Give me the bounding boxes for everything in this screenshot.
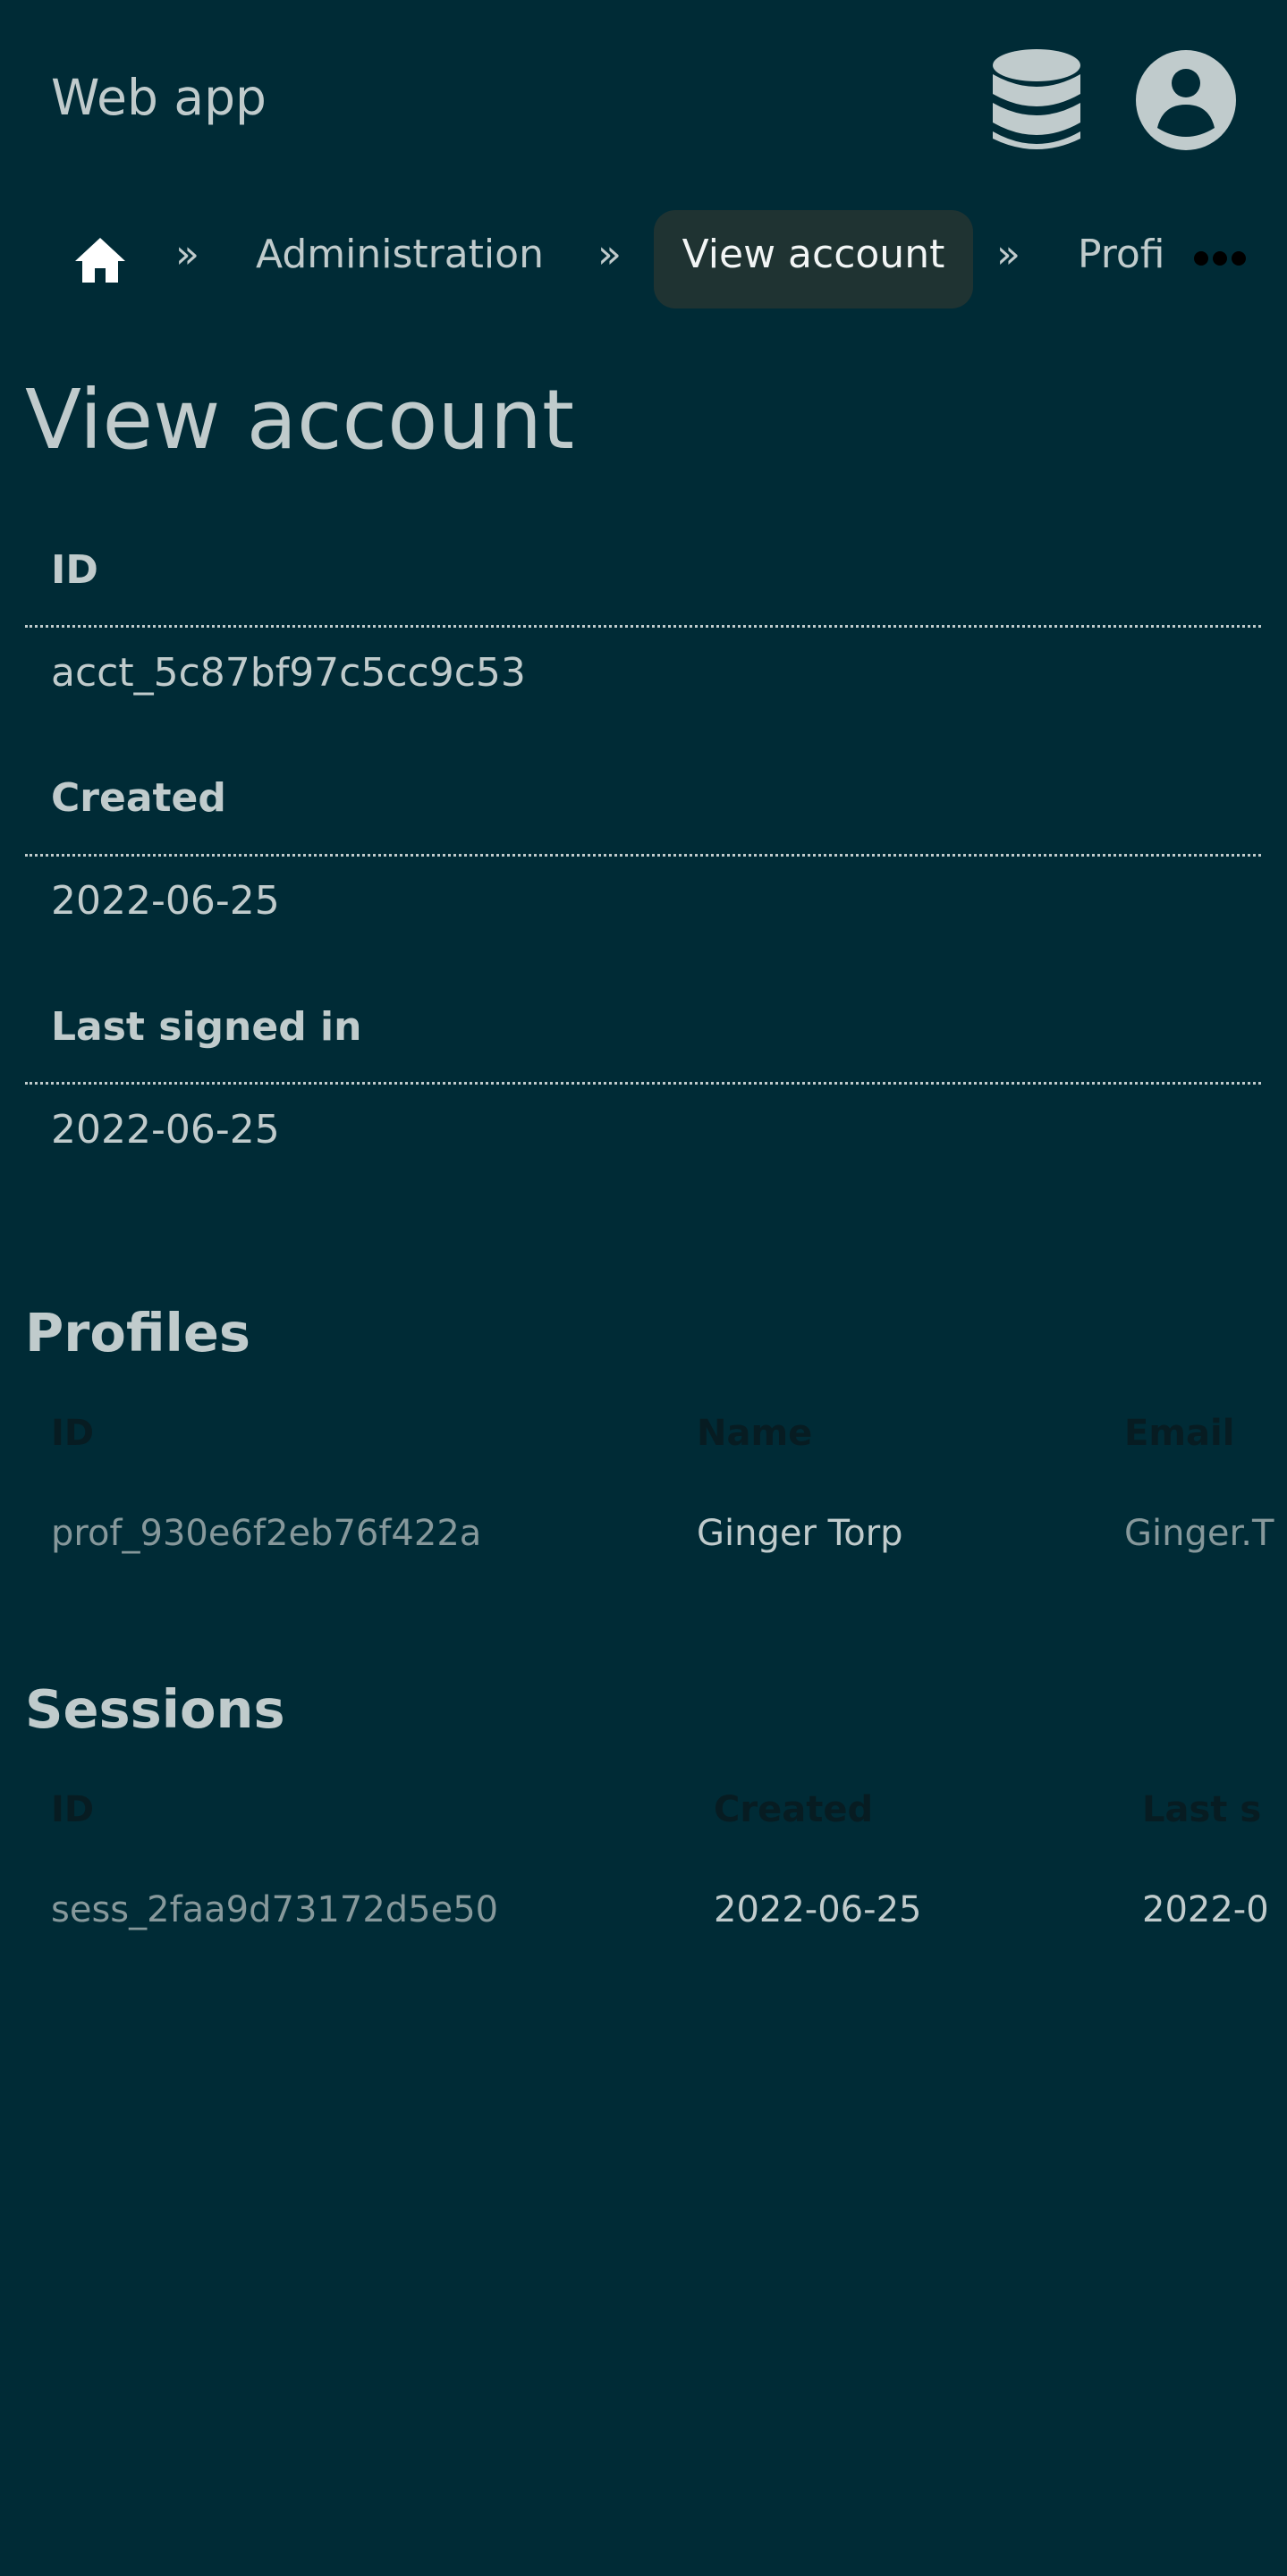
database-icon[interactable] [993, 49, 1080, 151]
profiles-heading: Profiles [25, 1302, 250, 1364]
column-header-id: ID [51, 1789, 95, 1830]
breadcrumb-profiles[interactable]: Profi [1078, 228, 1165, 282]
column-header-name: Name [697, 1413, 813, 1454]
session-created: 2022-06-25 [714, 1889, 922, 1930]
breadcrumb-separator: » [996, 232, 1020, 277]
profile-name: Ginger Torp [697, 1513, 903, 1554]
last-signed-in-label: Last signed in [51, 1004, 362, 1050]
session-id-link[interactable]: sess_2faa9d73172d5e50 [51, 1889, 498, 1930]
app-title[interactable]: Web app [51, 68, 267, 127]
page-title: View account [25, 372, 575, 468]
profile-id-link[interactable]: prof_930e6f2eb76f422a [51, 1513, 481, 1554]
home-icon[interactable] [75, 238, 125, 283]
column-header-id: ID [51, 1413, 95, 1454]
column-header-last-seen: Last s [1142, 1789, 1262, 1830]
last-signed-in-value: 2022-06-25 [51, 1107, 280, 1153]
created-label: Created [51, 775, 226, 821]
column-header-email: Email [1124, 1413, 1235, 1454]
breadcrumb-administration[interactable]: Administration [256, 228, 544, 282]
id-label: ID [51, 547, 98, 593]
divider [25, 1082, 1261, 1085]
breadcrumb-separator: » [175, 232, 199, 277]
ellipsis-icon[interactable] [1193, 250, 1247, 266]
column-header-created: Created [714, 1789, 874, 1830]
sessions-heading: Sessions [25, 1678, 285, 1740]
session-last-seen: 2022-0 [1142, 1889, 1269, 1930]
id-value: acct_5c87bf97c5cc9c53 [51, 650, 526, 696]
divider [25, 854, 1261, 857]
breadcrumb-view-account[interactable]: View account [654, 210, 973, 308]
profile-email: Ginger.T [1124, 1513, 1274, 1554]
created-value: 2022-06-25 [51, 878, 280, 924]
divider [25, 625, 1261, 628]
breadcrumb-separator: » [597, 232, 622, 277]
user-circle-icon[interactable] [1136, 49, 1236, 151]
